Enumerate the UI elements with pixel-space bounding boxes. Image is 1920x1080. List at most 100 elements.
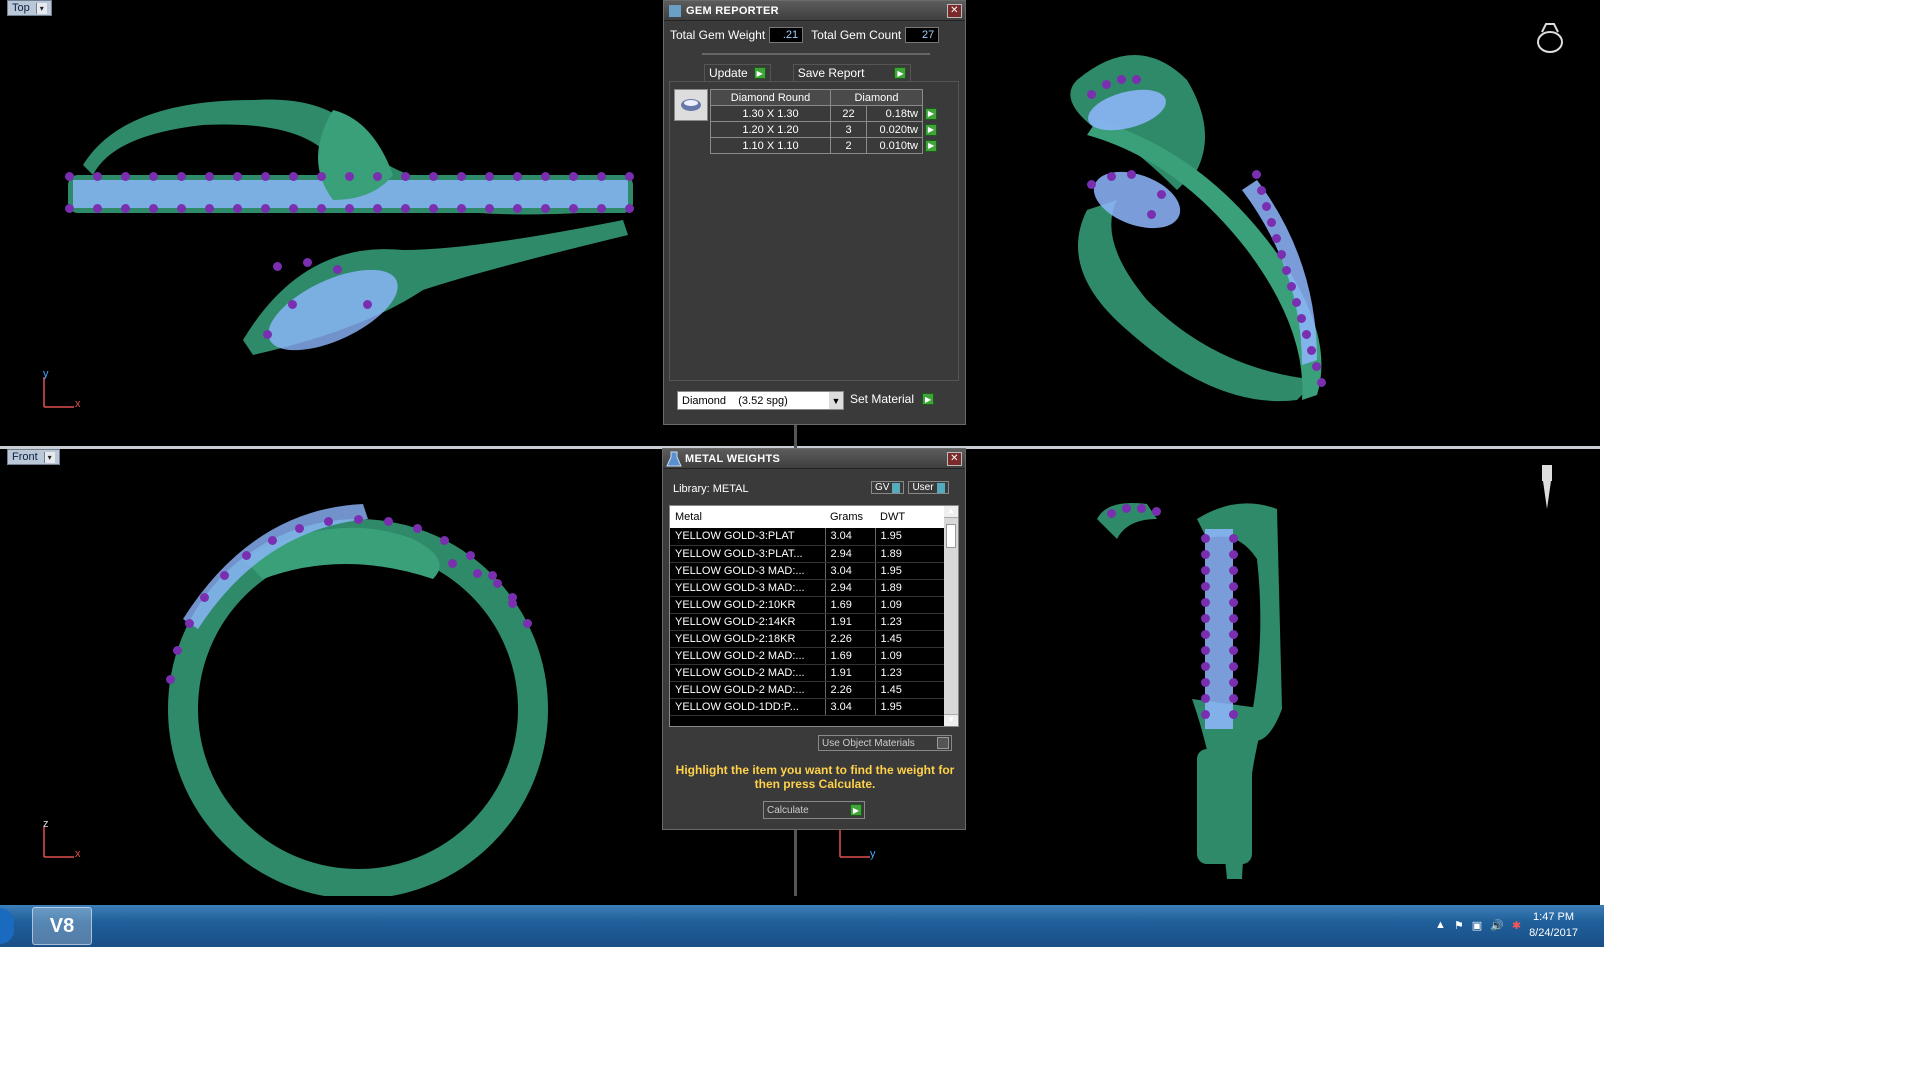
prong-dot — [448, 559, 457, 568]
metal-list[interactable]: Metal Grams DWT YELLOW GOLD-3:PLAT 3.04 1.… — [669, 505, 959, 727]
table-row[interactable]: YELLOW GOLD-2 MAD:... 1.69 1.09 — [670, 647, 945, 665]
play-icon: ▶ — [894, 67, 907, 79]
table-row[interactable]: 1.30 X 1.30 22 0.18tw ▶ — [710, 105, 940, 122]
prong-dot — [1277, 250, 1286, 259]
prong-dot — [1262, 202, 1271, 211]
prong-dot — [1137, 504, 1146, 513]
divider-slider[interactable] — [702, 53, 930, 55]
prong-dot — [401, 172, 410, 181]
prong-dot — [177, 172, 186, 181]
gem-table: Diamond Round Diamond 1.30 X 1.30 22 0.1… — [710, 89, 940, 154]
table-row[interactable]: YELLOW GOLD-3 MAD:... 3.04 1.95 — [670, 562, 945, 580]
network-icon[interactable]: ▣ — [1472, 919, 1482, 932]
prong-dot — [541, 172, 550, 181]
save-report-button-label: Save Report — [797, 66, 865, 80]
prong-dot — [1152, 507, 1161, 516]
prong-dot — [401, 204, 410, 213]
ring-view-icon[interactable] — [1532, 18, 1570, 58]
metal-table: Metal Grams DWT YELLOW GOLD-3:PLAT 3.04 1.… — [670, 506, 945, 716]
prong-dot — [508, 599, 517, 608]
app-icon: V8 — [49, 914, 75, 937]
diamond-icon[interactable] — [674, 89, 708, 121]
prong-dot — [1317, 378, 1326, 387]
security-icon[interactable]: ✱ — [1512, 919, 1521, 932]
prong-dot — [1087, 180, 1096, 189]
table-row[interactable]: YELLOW GOLD-2:18KR 2.26 1.45 — [670, 630, 945, 648]
prong-dot — [1201, 614, 1210, 623]
scroll-up-icon[interactable]: ▲ — [944, 506, 958, 518]
table-row[interactable]: YELLOW GOLD-2 MAD:... 1.91 1.23 — [670, 664, 945, 682]
prong-dot — [513, 172, 522, 181]
metal-weights-titlebar[interactable]: METAL WEIGHTS ✕ — [663, 449, 965, 469]
chevron-down-icon[interactable]: ▼ — [829, 392, 843, 409]
metal-dwt: 1.45 — [875, 681, 945, 699]
column-header-metal[interactable]: Metal — [670, 506, 825, 528]
prong-dot — [523, 619, 532, 628]
metal-dwt: 1.95 — [875, 562, 945, 580]
table-row[interactable]: 1.20 X 1.20 3 0.020tw ▶ — [710, 121, 940, 138]
table-row[interactable]: YELLOW GOLD-3:PLAT 3.04 1.95 — [670, 528, 945, 546]
flask-icon — [663, 449, 685, 469]
column-header-grams[interactable]: Grams — [825, 506, 875, 528]
prong-dot — [1132, 75, 1141, 84]
metal-dwt: 1.23 — [875, 664, 945, 682]
table-row[interactable]: YELLOW GOLD-2:10KR 1.69 1.09 — [670, 596, 945, 614]
play-icon[interactable]: ▶ — [925, 139, 938, 152]
prong-dot — [1229, 678, 1238, 687]
prong-dot — [65, 204, 74, 213]
close-icon[interactable]: ✕ — [947, 3, 962, 18]
gv-label: GV — [875, 482, 890, 493]
pen-tool-icon[interactable] — [1532, 461, 1562, 517]
table-row[interactable]: YELLOW GOLD-2:14KR 1.91 1.23 — [670, 613, 945, 631]
metal-list-scrollbar[interactable]: ▲ ▼ — [944, 506, 958, 726]
metal-dwt: 1.95 — [875, 698, 945, 716]
update-button[interactable]: Update ▶ — [704, 64, 771, 82]
start-button[interactable] — [0, 908, 14, 944]
gem-table-header: Diamond — [830, 89, 923, 106]
column-header-dwt[interactable]: DWT — [875, 506, 945, 528]
prong-dot — [1201, 630, 1210, 639]
play-icon[interactable]: ▶ — [925, 123, 937, 136]
metal-grams: 2.26 — [825, 630, 876, 648]
material-select[interactable]: Diamond (3.52 spg) ▼ — [677, 391, 844, 410]
taskbar-app-button[interactable]: V8 — [32, 907, 92, 945]
volume-icon[interactable]: 🔊 — [1490, 919, 1504, 932]
prong-dot — [1252, 170, 1261, 179]
set-material-button[interactable]: Set Material ▶ — [850, 392, 935, 406]
scroll-thumb[interactable] — [946, 524, 956, 548]
prong-dot — [373, 204, 382, 213]
prong-dot — [363, 300, 372, 309]
axis-y-label: y — [870, 848, 876, 860]
table-row[interactable]: YELLOW GOLD-1DD:P... 3.04 1.95 — [670, 698, 945, 716]
use-object-materials-checkbox[interactable]: Use Object Materials — [818, 735, 952, 751]
save-report-button[interactable]: Save Report ▶ — [792, 64, 912, 82]
play-icon: ▶ — [850, 804, 862, 816]
calculate-button[interactable]: Calculate ▶ — [763, 801, 865, 819]
gv-toggle[interactable]: GV — [871, 481, 905, 494]
table-row[interactable]: YELLOW GOLD-3:PLAT... 2.94 1.89 — [670, 545, 945, 563]
play-icon[interactable]: ▶ — [925, 107, 937, 120]
gem-reporter-titlebar[interactable]: GEM REPORTER ✕ — [664, 1, 965, 21]
total-gem-count-label: Total Gem Count — [811, 28, 902, 42]
table-row[interactable]: YELLOW GOLD-3 MAD:... 2.94 1.89 — [670, 579, 945, 597]
metal-name: YELLOW GOLD-2:10KR — [670, 596, 826, 614]
metal-weights-panel: METAL WEIGHTS ✕ Library: METAL GV User M… — [662, 448, 966, 830]
instruction-text: Highlight the item you want to find the … — [675, 763, 955, 791]
total-gem-weight-row: Total Gem Weight .21 Total Gem Count 27 — [670, 27, 940, 43]
table-row[interactable]: YELLOW GOLD-2 MAD:... 2.26 1.45 — [670, 681, 945, 699]
user-toggle[interactable]: User — [908, 481, 949, 494]
close-icon[interactable]: ✕ — [947, 451, 962, 466]
table-row[interactable]: 1.10 X 1.10 2 0.010tw ▶ — [710, 137, 940, 154]
clock[interactable]: 1:47 PM 8/24/2017 — [1529, 909, 1578, 941]
prong-dot — [273, 262, 282, 271]
flag-icon[interactable]: ⚑ — [1454, 919, 1464, 932]
prong-dot — [149, 204, 158, 213]
prong-dot — [1107, 172, 1116, 181]
gem-weight: 0.18tw — [885, 107, 918, 120]
chevron-up-icon[interactable]: ▲ — [1435, 919, 1446, 931]
gem-count: 22 — [830, 105, 867, 122]
use-object-materials-label: Use Object Materials — [822, 737, 915, 749]
prong-dot — [541, 204, 550, 213]
scroll-down-icon[interactable]: ▼ — [944, 714, 958, 726]
user-label: User — [912, 482, 934, 493]
